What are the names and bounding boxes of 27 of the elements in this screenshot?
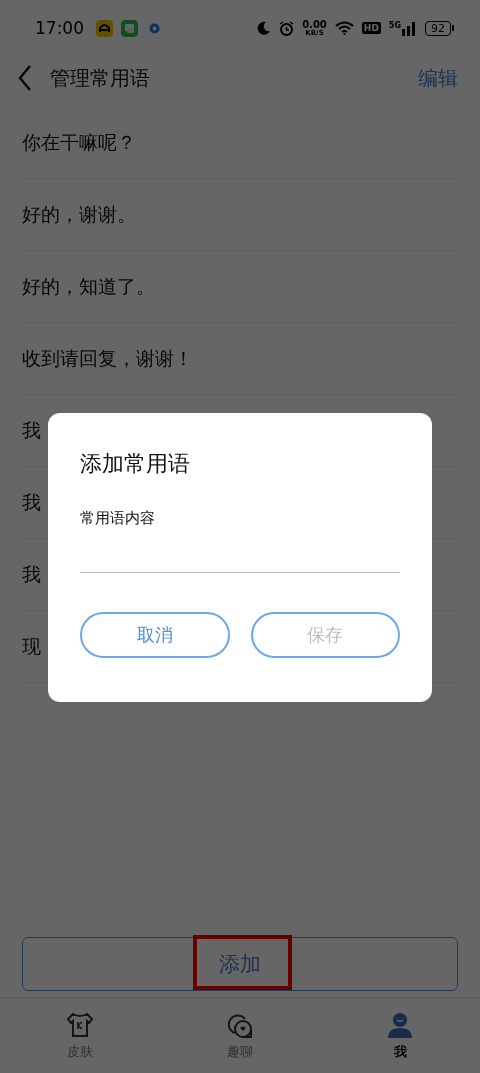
network-speed-value: 0.00: [302, 19, 327, 30]
phrase-text: 你在干嘛呢？: [22, 129, 136, 155]
phrase-text: 好的，谢谢。: [22, 201, 136, 227]
cancel-button[interactable]: 取消: [80, 612, 230, 658]
field-label: 常用语内容: [80, 509, 156, 528]
hd-badge: HD: [361, 22, 381, 34]
back-icon[interactable]: [18, 65, 32, 91]
person-icon: [385, 1010, 415, 1041]
status-time: 17:00: [35, 18, 84, 38]
nav-tab[interactable]: 我: [320, 998, 480, 1073]
car-app-icon[interactable]: [96, 19, 113, 37]
moon-icon: [257, 21, 272, 35]
dialog-title: 添加常用语: [80, 450, 191, 478]
phrase-text: 我: [22, 561, 41, 587]
phrase-text: 好的，知道了。: [22, 273, 155, 299]
phrase-text: 现: [22, 633, 41, 659]
phrase-text: 收到请回复，谢谢！: [22, 345, 193, 371]
battery-level: 92: [425, 20, 451, 36]
alarm-clock-icon: [279, 20, 295, 36]
phrase-text: 我: [22, 489, 41, 515]
page-title: 管理常用语: [50, 64, 151, 92]
network-type: 5G: [388, 20, 401, 30]
phrase-text: 我: [22, 417, 41, 443]
edit-button[interactable]: 编辑: [418, 64, 458, 92]
add-button[interactable]: 添加: [22, 937, 458, 991]
signal-icon: [402, 20, 417, 36]
wifi-icon: [334, 21, 354, 35]
